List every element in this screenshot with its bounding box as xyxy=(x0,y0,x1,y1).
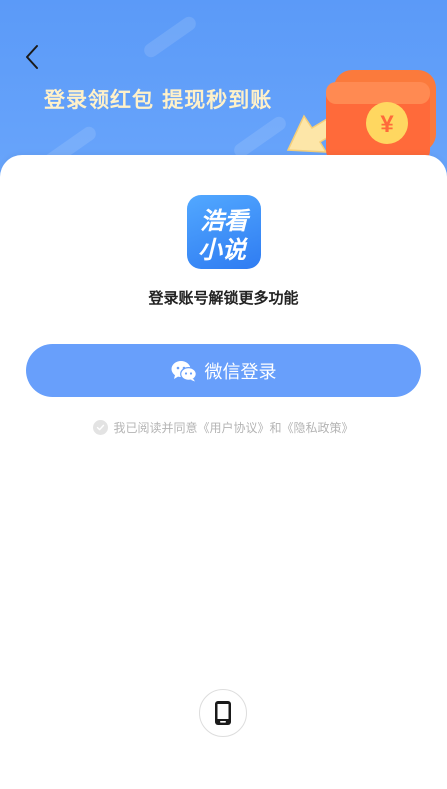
agreement-row: 我已阅读并同意 《用户协议》 和 《隐私政策》 xyxy=(0,419,447,436)
red-envelope-gift-icon: ¥ xyxy=(282,60,447,170)
svg-text:小说: 小说 xyxy=(198,236,249,264)
back-button[interactable] xyxy=(18,40,48,74)
privacy-policy-link[interactable]: 《隐私政策》 xyxy=(282,419,354,436)
user-agreement-link[interactable]: 《用户协议》 xyxy=(197,419,269,436)
unlock-features-subtitle: 登录账号解锁更多功能 xyxy=(148,289,299,307)
check-icon xyxy=(97,424,105,431)
decorative-streak xyxy=(141,14,199,60)
agreement-prefix: 我已阅读并同意 xyxy=(113,421,198,435)
banner-title: 登录领红包 提现秒到账 xyxy=(44,88,273,112)
chevron-left-icon xyxy=(26,45,38,69)
agreement-checkbox[interactable] xyxy=(93,420,109,435)
agreement-connector: 和 xyxy=(269,421,282,435)
app-logo-icon: 浩看 小说 xyxy=(187,195,261,269)
svg-text:¥: ¥ xyxy=(380,111,394,138)
wechat-login-button[interactable]: 微信登录 xyxy=(26,344,421,397)
wechat-icon xyxy=(171,360,197,381)
phone-icon xyxy=(215,701,231,725)
svg-text:浩看: 浩看 xyxy=(200,207,251,235)
wechat-login-label: 微信登录 xyxy=(204,361,277,383)
phone-login-button[interactable] xyxy=(199,689,247,737)
decorative-streak xyxy=(231,114,289,160)
